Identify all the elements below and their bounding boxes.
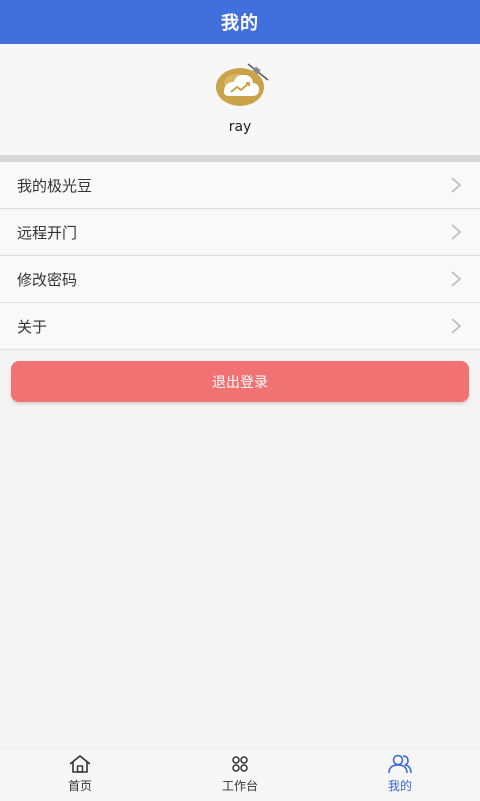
page-title: 我的 xyxy=(221,13,259,34)
tab-label: 工作台 xyxy=(221,779,258,793)
chevron-right-icon xyxy=(451,318,462,334)
chevron-right-icon xyxy=(451,177,462,193)
workbench-icon xyxy=(232,756,248,772)
logout-button[interactable]: 退出登录 xyxy=(11,361,469,402)
menu-item-about[interactable]: 关于 xyxy=(0,303,480,350)
chevron-right-icon xyxy=(451,271,462,287)
username: ray xyxy=(228,119,252,135)
tab-home[interactable]: 首页 xyxy=(0,749,160,801)
tab-mine[interactable]: 我的 xyxy=(320,749,480,801)
bottom-tab-bar: 首页 工作台 我的 xyxy=(0,748,480,801)
home-icon xyxy=(69,755,91,773)
menu-item-label: 我的极光豆 xyxy=(17,176,93,195)
menu-item-remote-door[interactable]: 远程开门 xyxy=(0,209,480,256)
tab-label: 首页 xyxy=(67,779,92,793)
section-divider xyxy=(0,155,480,162)
tab-label: 我的 xyxy=(387,779,412,793)
avatar[interactable] xyxy=(214,62,270,108)
menu-item-beans[interactable]: 我的极光豆 xyxy=(0,162,480,209)
menu-item-label: 修改密码 xyxy=(17,270,78,289)
menu-item-label: 远程开门 xyxy=(17,223,78,242)
user-icon xyxy=(388,754,412,774)
tab-workbench[interactable]: 工作台 xyxy=(160,749,320,801)
menu-item-change-password[interactable]: 修改密码 xyxy=(0,256,480,303)
settings-menu: 我的极光豆 远程开门 修改密码 关于 xyxy=(0,162,480,350)
chevron-right-icon xyxy=(451,224,462,240)
menu-item-label: 关于 xyxy=(17,317,48,336)
app-header: 我的 xyxy=(0,0,480,44)
